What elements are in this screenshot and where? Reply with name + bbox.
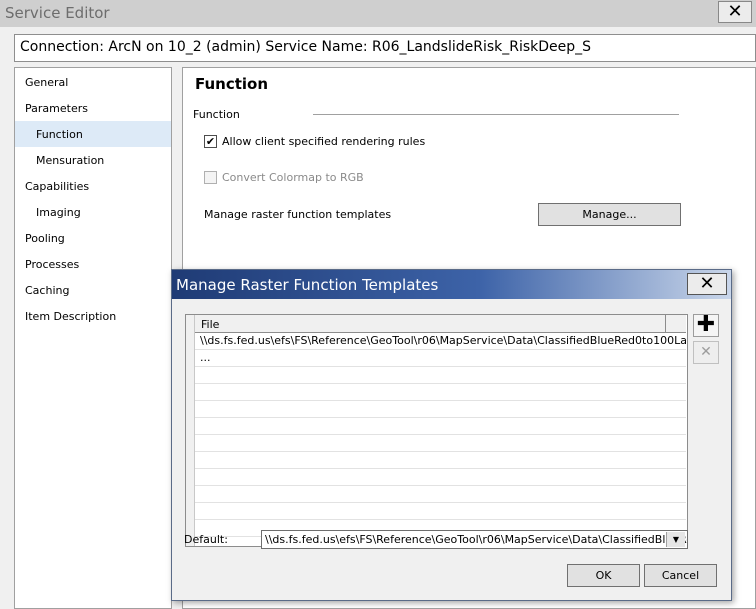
table-row-empty	[195, 401, 686, 418]
table-row-empty	[195, 452, 686, 469]
add-template-button[interactable]: ✚	[693, 314, 719, 337]
convert-colormap-checkbox	[204, 171, 217, 184]
default-template-value: \\ds.fs.fed.us\efs\FS\Reference\GeoTool\…	[265, 533, 688, 546]
connection-info: Connection: ArcN on 10_2 (admin) Service…	[14, 34, 756, 62]
column-separator	[665, 315, 666, 333]
dialog-close-button[interactable]: ✕	[687, 273, 727, 295]
sidebar-item-capabilities[interactable]: Capabilities	[25, 180, 89, 193]
page-title: Function	[195, 75, 269, 93]
dialog-title: Manage Raster Function Templates	[176, 276, 439, 294]
sidebar-item-parameters[interactable]: Parameters	[25, 102, 88, 115]
table-row-empty	[195, 384, 686, 401]
table-row-new[interactable]: ...	[195, 350, 686, 367]
table-row-empty	[195, 418, 686, 435]
sidebar-item-imaging[interactable]: Imaging	[36, 206, 81, 219]
sidebar-item-general[interactable]: General	[25, 76, 68, 89]
manage-button[interactable]: Manage...	[538, 203, 681, 226]
sidebar-item-item-description[interactable]: Item Description	[25, 310, 116, 323]
table-row-empty	[195, 435, 686, 452]
sidebar-item-caching[interactable]: Caching	[25, 284, 69, 297]
table-row[interactable]: \\ds.fs.fed.us\efs\FS\Reference\GeoTool\…	[195, 333, 686, 350]
default-template-select[interactable]: \\ds.fs.fed.us\efs\FS\Reference\GeoTool\…	[261, 530, 688, 549]
close-icon: ✕	[727, 1, 743, 22]
checkmark-icon: ✔	[205, 135, 216, 148]
table-row-empty	[195, 486, 686, 503]
close-icon: ✕	[699, 273, 715, 294]
window-titlebar	[0, 0, 756, 27]
sidebar: General Parameters Function Mensuration …	[14, 67, 172, 609]
default-label: Default:	[184, 533, 228, 546]
section-divider	[313, 114, 679, 115]
grid-row-header	[186, 315, 195, 546]
grid-header: File	[195, 315, 686, 333]
ok-button[interactable]: OK	[567, 564, 640, 587]
sidebar-item-processes[interactable]: Processes	[25, 258, 79, 271]
table-row-empty	[195, 503, 686, 520]
allow-client-rules-checkbox[interactable]: ✔	[204, 135, 217, 148]
templates-grid[interactable]: File \\ds.fs.fed.us\efs\FS\Reference\Geo…	[185, 314, 688, 547]
plus-icon: ✚	[696, 312, 716, 337]
remove-template-button: ✕	[693, 341, 719, 364]
window-title: Service Editor	[5, 4, 110, 22]
manage-templates-label: Manage raster function templates	[204, 208, 392, 221]
sidebar-item-pooling[interactable]: Pooling	[25, 232, 65, 245]
manage-templates-dialog: Manage Raster Function Templates ✕ File …	[171, 269, 732, 601]
table-row-empty	[195, 367, 686, 384]
column-header-file[interactable]: File	[201, 318, 219, 331]
sidebar-item-mensuration[interactable]: Mensuration	[36, 154, 104, 167]
convert-colormap-label: Convert Colormap to RGB	[222, 171, 364, 184]
sidebar-item-function[interactable]: Function	[36, 128, 83, 141]
dropdown-arrow-icon[interactable]: ▼	[666, 532, 685, 547]
remove-icon: ✕	[700, 344, 712, 360]
section-label-function: Function	[193, 108, 240, 121]
table-row-empty	[195, 469, 686, 486]
window-close-button[interactable]: ✕	[718, 1, 752, 23]
cancel-button[interactable]: Cancel	[644, 564, 717, 587]
allow-client-rules-label: Allow client specified rendering rules	[222, 135, 426, 148]
